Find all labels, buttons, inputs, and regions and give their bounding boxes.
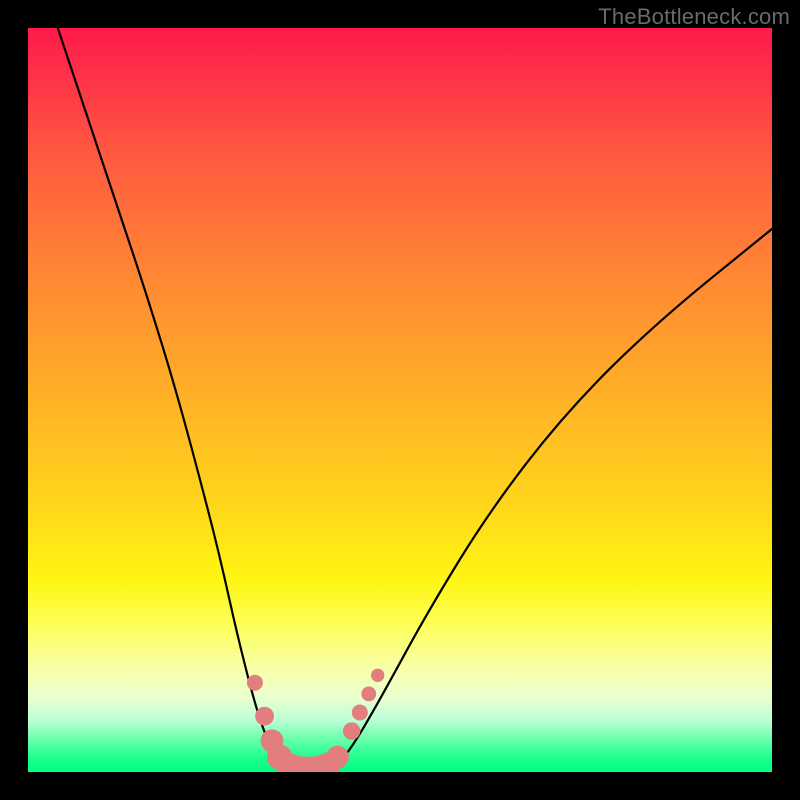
curve-marker	[352, 705, 368, 721]
curve-markers	[247, 669, 385, 772]
curve-marker	[255, 707, 274, 726]
chart-frame: TheBottleneck.com	[0, 0, 800, 800]
chart-svg	[28, 28, 772, 772]
chart-plot-area	[28, 28, 772, 772]
watermark-text: TheBottleneck.com	[598, 4, 790, 30]
bottleneck-curve	[58, 28, 772, 770]
curve-marker	[371, 669, 384, 682]
curve-marker	[343, 722, 360, 739]
curve-marker	[247, 675, 263, 691]
curve-marker	[361, 687, 376, 702]
curve-marker	[326, 746, 349, 769]
